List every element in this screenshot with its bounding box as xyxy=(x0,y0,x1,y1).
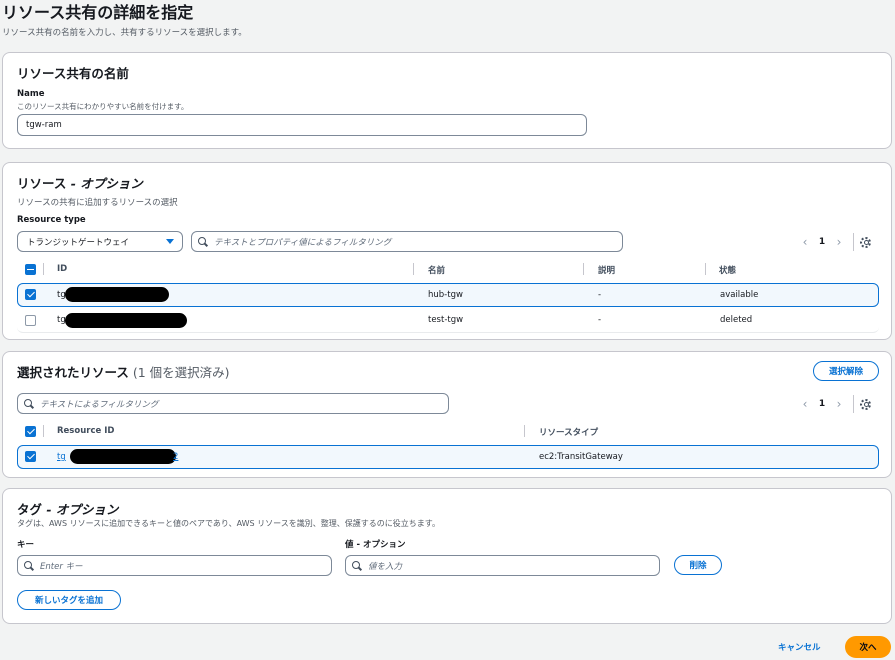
redacted-id xyxy=(65,313,187,328)
tag-key-input[interactable]: Enter キー xyxy=(17,555,332,576)
row-checkbox[interactable] xyxy=(25,289,36,300)
chevron-left-icon[interactable]: ‹ xyxy=(797,397,813,411)
row-state: available xyxy=(720,290,759,300)
chevron-left-icon[interactable]: ‹ xyxy=(797,235,813,249)
resources-panel: リソース - オプション リソースの共有に追加するリソースの選択 Resourc… xyxy=(2,162,892,340)
page-number[interactable]: 1 xyxy=(813,237,831,247)
column-divider xyxy=(43,425,44,437)
chevron-right-icon[interactable]: › xyxy=(831,235,847,249)
page-number[interactable]: 1 xyxy=(813,399,831,409)
tag-value-placeholder: 値を入力 xyxy=(368,561,403,572)
column-divider xyxy=(43,263,44,275)
row-name: hub-tgw xyxy=(428,290,463,300)
selected-resources-panel: 選択されたリソース (1 個を選択済み) 選択解除 テキストによるフィルタリング… xyxy=(2,351,892,478)
resources-title-optional: - オプション xyxy=(66,176,143,191)
search-icon xyxy=(198,236,208,247)
resource-type-value: トランジットゲートウェイ xyxy=(27,237,130,248)
column-divider xyxy=(583,263,584,275)
resources-pagination: ‹ 1 › xyxy=(797,233,871,251)
row-state: deleted xyxy=(720,315,753,325)
resource-id-link[interactable]: tg xyxy=(57,452,66,462)
page-header: リソース共有の詳細を指定 リソース共有の名前を入力し、共有するリソースを選択しま… xyxy=(2,2,247,38)
add-tag-button[interactable]: 新しいタグを追加 xyxy=(17,590,121,610)
tag-value-input[interactable]: 値を入力 xyxy=(345,555,660,576)
row-name: test-tgw xyxy=(428,315,464,325)
caret-down-icon xyxy=(166,239,174,244)
name-panel-title: リソース共有の名前 xyxy=(17,66,129,81)
tags-panel: タグ - オプション タグは、AWS リソースに追加できるキーと値のペアであり、… xyxy=(2,488,892,624)
resources-panel-title: リソース - オプション xyxy=(17,173,143,192)
column-header-name: 名前 xyxy=(428,266,446,276)
column-header-resource-id: Resource ID xyxy=(57,426,115,436)
select-all-checkbox[interactable] xyxy=(25,426,36,437)
column-header-state: 状態 xyxy=(719,266,737,276)
tags-title-main: タグ xyxy=(17,502,43,517)
name-field-description: このリソース共有にわかりやすい名前を付けます。 xyxy=(17,102,189,111)
column-header-id: ID xyxy=(57,264,68,274)
tag-key-label: キー xyxy=(17,540,35,550)
tags-panel-description: タグは、AWS リソースに追加できるキーと値のペアであり、AWS リソースを識別… xyxy=(17,519,440,528)
remove-tag-button[interactable]: 削除 xyxy=(674,555,722,575)
page-title: リソース共有の詳細を指定 xyxy=(2,3,194,22)
tags-panel-title: タグ - オプション xyxy=(17,499,118,518)
resource-type-select[interactable]: トランジットゲートウェイ xyxy=(17,231,183,252)
row-resource-type: ec2:TransitGateway xyxy=(539,452,623,462)
selected-panel-title: 選択されたリソース (1 個を選択済み) xyxy=(17,362,230,381)
column-header-resource-type: リソースタイプ xyxy=(539,428,599,438)
table-row[interactable]: tg 2 ec2:TransitGateway xyxy=(17,445,879,469)
selected-count: (1 個を選択済み) xyxy=(128,365,230,380)
page-description: リソース共有の名前を入力し、共有するリソースを選択します。 xyxy=(2,28,247,38)
pager-divider xyxy=(853,233,854,251)
deselect-button[interactable]: 選択解除 xyxy=(813,361,879,381)
redacted-id xyxy=(70,449,176,464)
tags-title-optional: - オプション xyxy=(42,502,119,517)
name-field-label: Name xyxy=(17,89,45,99)
resources-filter-placeholder: テキストとプロパティ値によるフィルタリング xyxy=(214,237,392,248)
resources-filter-input[interactable]: テキストとプロパティ値によるフィルタリング xyxy=(191,231,623,252)
gear-icon[interactable] xyxy=(860,398,871,410)
column-header-description: 説明 xyxy=(598,266,616,276)
search-icon xyxy=(352,560,362,571)
selected-title-main: 選択されたリソース xyxy=(17,365,129,380)
resource-type-label: Resource type xyxy=(17,215,86,225)
pager-divider xyxy=(853,395,854,413)
row-checkbox[interactable] xyxy=(25,315,36,326)
selected-filter-placeholder: テキストによるフィルタリング xyxy=(40,399,159,410)
row-checkbox[interactable] xyxy=(25,451,36,462)
chevron-right-icon[interactable]: › xyxy=(831,397,847,411)
column-divider xyxy=(705,263,706,275)
select-all-checkbox[interactable] xyxy=(25,264,36,275)
resources-title-main: リソース xyxy=(17,176,67,191)
column-divider xyxy=(524,425,525,437)
resource-id-link-suffix[interactable]: 2 xyxy=(173,452,178,462)
column-divider xyxy=(413,263,414,275)
name-panel: リソース共有の名前 Name このリソース共有にわかりやすい名前を付けます。 xyxy=(2,52,892,149)
name-input[interactable] xyxy=(17,114,587,136)
next-button[interactable]: 次へ xyxy=(845,636,891,658)
search-icon xyxy=(24,560,34,571)
gear-icon[interactable] xyxy=(860,236,871,248)
row-description: - xyxy=(598,290,602,300)
cancel-button[interactable]: キャンセル xyxy=(778,641,821,653)
tag-key-placeholder: Enter キー xyxy=(40,561,83,572)
table-row[interactable]: tg test-tgw - deleted xyxy=(17,309,879,333)
tag-value-label: 値 - オプション xyxy=(345,540,406,550)
table-row[interactable]: tg hub-tgw - available xyxy=(17,283,879,307)
resources-panel-description: リソースの共有に追加するリソースの選択 xyxy=(17,198,178,208)
selected-pagination: ‹ 1 › xyxy=(797,395,871,413)
redacted-id xyxy=(65,287,169,302)
search-icon xyxy=(24,398,34,409)
row-description: - xyxy=(598,315,602,325)
selected-filter-input[interactable]: テキストによるフィルタリング xyxy=(17,393,449,414)
